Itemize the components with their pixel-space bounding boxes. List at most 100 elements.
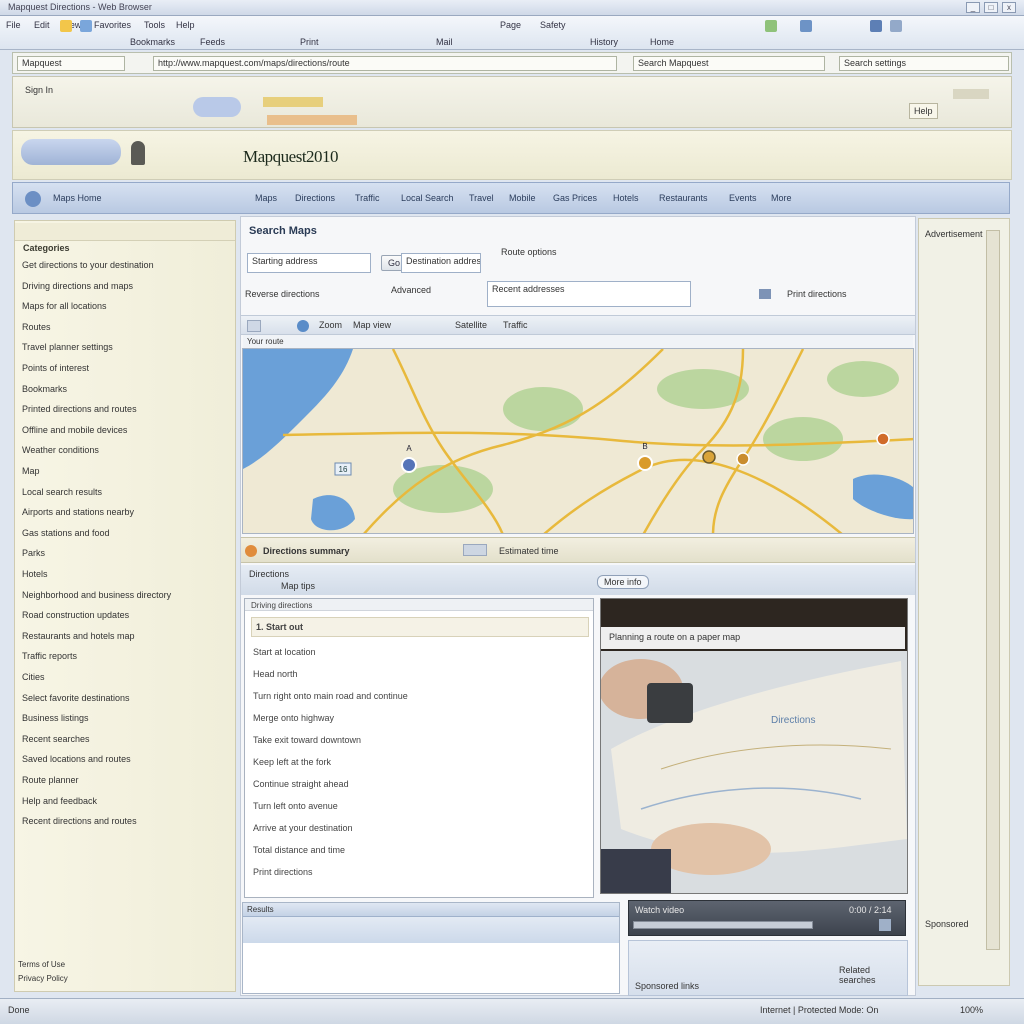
sidebar-item[interactable]: Driving directions and maps [22,281,133,291]
print-icon[interactable] [759,289,771,299]
sidebar-item[interactable]: Get directions to your destination [22,260,154,270]
link-mail[interactable]: Mail [436,37,453,47]
sponsored-link[interactable]: Sponsored links [635,981,699,991]
nav-travel[interactable]: Travel [469,193,494,203]
nav-directions[interactable]: Directions [295,193,335,203]
nav-traffic[interactable]: Traffic [355,193,380,203]
tab-directions[interactable]: Directions [249,569,289,579]
link-bookmarks[interactable]: Bookmarks [130,37,175,47]
recent-addresses[interactable]: Recent addresses [487,281,691,307]
sidebar-item[interactable]: Recent searches [22,734,90,744]
related-link[interactable]: Related searches [839,965,907,985]
link-print[interactable]: Print [300,37,319,47]
zoom-level[interactable]: 100% [960,1005,983,1015]
feeds-icon[interactable] [800,20,812,32]
zoom-label[interactable]: Zoom [319,320,342,330]
map-view-label[interactable]: Map view [353,320,391,330]
menu-tools[interactable]: Tools [144,20,165,30]
terms-link[interactable]: Terms of Use [18,960,65,969]
tab-map-tips[interactable]: Map tips [281,581,315,591]
map-marker-a[interactable] [401,457,417,473]
sidebar-item[interactable]: Hotels [22,569,48,579]
nav-gas-prices[interactable]: Gas Prices [553,193,597,203]
globe-icon[interactable] [297,320,309,332]
menu-page[interactable]: Page [500,20,521,30]
sidebar-item[interactable]: Local search results [22,487,102,497]
video-player[interactable]: Directions Planning a route on a paper m… [600,598,908,894]
sidebar-item[interactable]: Recent directions and routes [22,816,137,826]
sidebar-item[interactable]: Gas stations and food [22,528,110,538]
sidebar-item[interactable]: Saved locations and routes [22,754,131,764]
header-text[interactable]: Sign In [25,85,53,95]
map-canvas[interactable]: 16 A B [242,348,914,534]
video-progress[interactable] [633,921,813,929]
expand-icon[interactable] [463,544,487,556]
menu-edit[interactable]: Edit [34,20,50,30]
address-field[interactable]: http://www.mapquest.com/maps/directions/… [153,56,617,71]
nav-hotels[interactable]: Hotels [613,193,639,203]
sidebar-item[interactable]: Restaurants and hotels map [22,631,135,641]
sidebar-item[interactable]: Map [22,466,40,476]
nav-maps[interactable]: Maps [255,193,277,203]
sidebar-item[interactable]: Travel planner settings [22,342,113,352]
privacy-link[interactable]: Privacy Policy [18,974,68,983]
menu-favorites[interactable]: Favorites [94,20,131,30]
link-feeds[interactable]: Feeds [200,37,225,47]
nav-events[interactable]: Events [729,193,757,203]
star-icon[interactable] [80,20,92,32]
link-history[interactable]: History [590,37,618,47]
sidebar-item[interactable]: Neighborhood and business directory [22,590,171,600]
sidebar-item[interactable]: Routes [22,322,51,332]
sidebar-item[interactable]: Airports and stations nearby [22,507,134,517]
map-marker-b[interactable] [637,455,653,471]
sidebar-item[interactable]: Traffic reports [22,651,77,661]
sidebar-item[interactable]: Points of interest [22,363,89,373]
link-home[interactable]: Home [650,37,674,47]
sidebar-item[interactable]: Business listings [22,713,89,723]
print-link[interactable]: Print directions [787,289,847,299]
fullscreen-icon[interactable] [879,919,891,931]
nav-more[interactable]: More [771,193,792,203]
map-poi[interactable] [702,450,716,464]
map-poi[interactable] [736,452,750,466]
minimize-button[interactable]: _ [966,2,980,13]
tab-mapquest[interactable]: Mapquest [17,56,125,71]
reverse-link[interactable]: Reverse directions [245,289,320,299]
mail-icon[interactable] [890,20,902,32]
help-link[interactable] [953,89,989,99]
end-address-input[interactable]: Destination address [401,253,481,273]
nav-mobile[interactable]: Mobile [509,193,536,203]
sidebar-item[interactable]: Help and feedback [22,796,97,806]
search-settings[interactable]: Search settings [839,56,1009,71]
results-tab[interactable]: Results [247,905,274,914]
sidebar-item[interactable]: Offline and mobile devices [22,425,127,435]
start-address-input[interactable]: Starting address [247,253,371,273]
traffic-toggle[interactable]: Traffic [503,320,528,330]
site-logo[interactable]: Mapquest2010 [243,147,339,167]
sidebar-item[interactable]: Maps for all locations [22,301,107,311]
menu-help[interactable]: Help [176,20,195,30]
sidebar-item[interactable]: Weather conditions [22,445,99,455]
scrollbar[interactable] [986,230,1000,950]
more-info-button[interactable]: More info [597,575,649,589]
help-button[interactable]: Help [909,103,938,119]
sidebar-item[interactable]: Select favorite destinations [22,693,130,703]
menu-file[interactable]: File [6,20,21,30]
nav-home[interactable]: Maps Home [53,193,102,203]
sidebar-item[interactable]: Route planner [22,775,79,785]
direction-step[interactable]: Print directions [253,867,313,877]
zoom-icon[interactable] [247,320,261,332]
satellite-toggle[interactable]: Satellite [455,320,487,330]
nav-restaurants[interactable]: Restaurants [659,193,708,203]
print-icon[interactable] [870,20,882,32]
folder-icon[interactable] [60,20,72,32]
home-icon[interactable] [765,20,777,32]
nav-local-search[interactable]: Local Search [401,193,454,203]
maximize-button[interactable]: □ [984,2,998,13]
search-field[interactable]: Search Mapquest [633,56,825,71]
sidebar-item[interactable]: Cities [22,672,45,682]
close-button[interactable]: x [1002,2,1016,13]
advanced-link[interactable]: Advanced [391,285,431,295]
sidebar-item[interactable]: Bookmarks [22,384,67,394]
options-link[interactable]: Route options [501,247,557,257]
